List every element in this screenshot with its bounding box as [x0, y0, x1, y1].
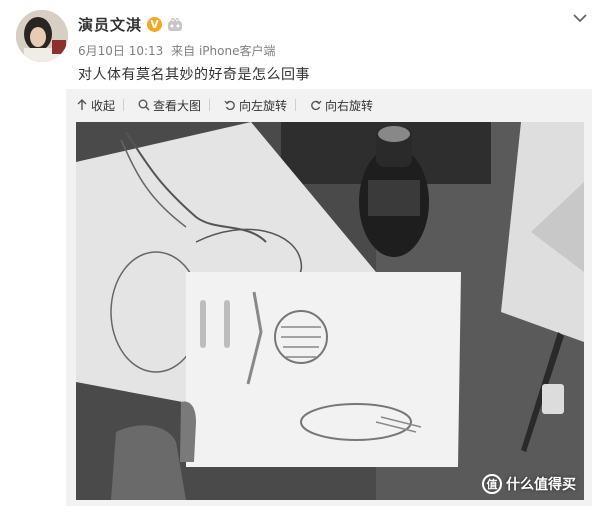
author-name[interactable]: 演员文淇 [78, 14, 142, 35]
author-row: 演员文淇 V [78, 14, 183, 35]
post-source: 来自 iPhone客户端 [171, 44, 276, 58]
watermark-logo: 值 [482, 474, 502, 494]
collapse-label: 收起 [91, 98, 116, 113]
rotate-right-icon [311, 100, 322, 111]
verified-icon: V [147, 17, 163, 32]
media-panel: 收起 查看大图 向左旋转 向右旋转 值 什么值得买 [66, 89, 592, 506]
rotate-left-icon [224, 100, 235, 111]
toolbar-divider [209, 99, 211, 111]
collapse-button[interactable]: 收起 [76, 97, 115, 114]
magnifier-icon [138, 99, 150, 111]
rotate-left-button[interactable]: 向左旋转 [224, 97, 287, 114]
watermark-text: 什么值得买 [506, 477, 576, 493]
toolbar-divider [123, 99, 125, 111]
chevron-down-icon[interactable] [572, 12, 588, 24]
post-photo[interactable]: 值 什么值得买 [76, 122, 584, 500]
watermark: 值 什么值得买 [482, 474, 576, 494]
post-date[interactable]: 6月10日 10:13 [78, 44, 163, 58]
rotate-left-label: 向左旋转 [239, 98, 288, 113]
rotate-right-label: 向右旋转 [325, 98, 374, 113]
avatar[interactable] [16, 10, 68, 62]
anatomy-sketch-photo [76, 122, 584, 500]
media-toolbar: 收起 查看大图 向左旋转 向右旋转 [66, 89, 592, 121]
arrow-up-icon [77, 99, 87, 110]
post-meta: 6月10日 10:13 来自 iPhone客户端 [78, 42, 279, 59]
view-large-label: 查看大图 [153, 98, 202, 113]
view-large-button[interactable]: 查看大图 [138, 97, 201, 114]
post-text: 对人体有莫名其妙的好奇是怎么回事 [78, 67, 310, 83]
vip-member-icon[interactable] [167, 17, 183, 32]
toolbar-divider [295, 99, 297, 111]
rotate-right-button[interactable]: 向右旋转 [310, 97, 373, 114]
